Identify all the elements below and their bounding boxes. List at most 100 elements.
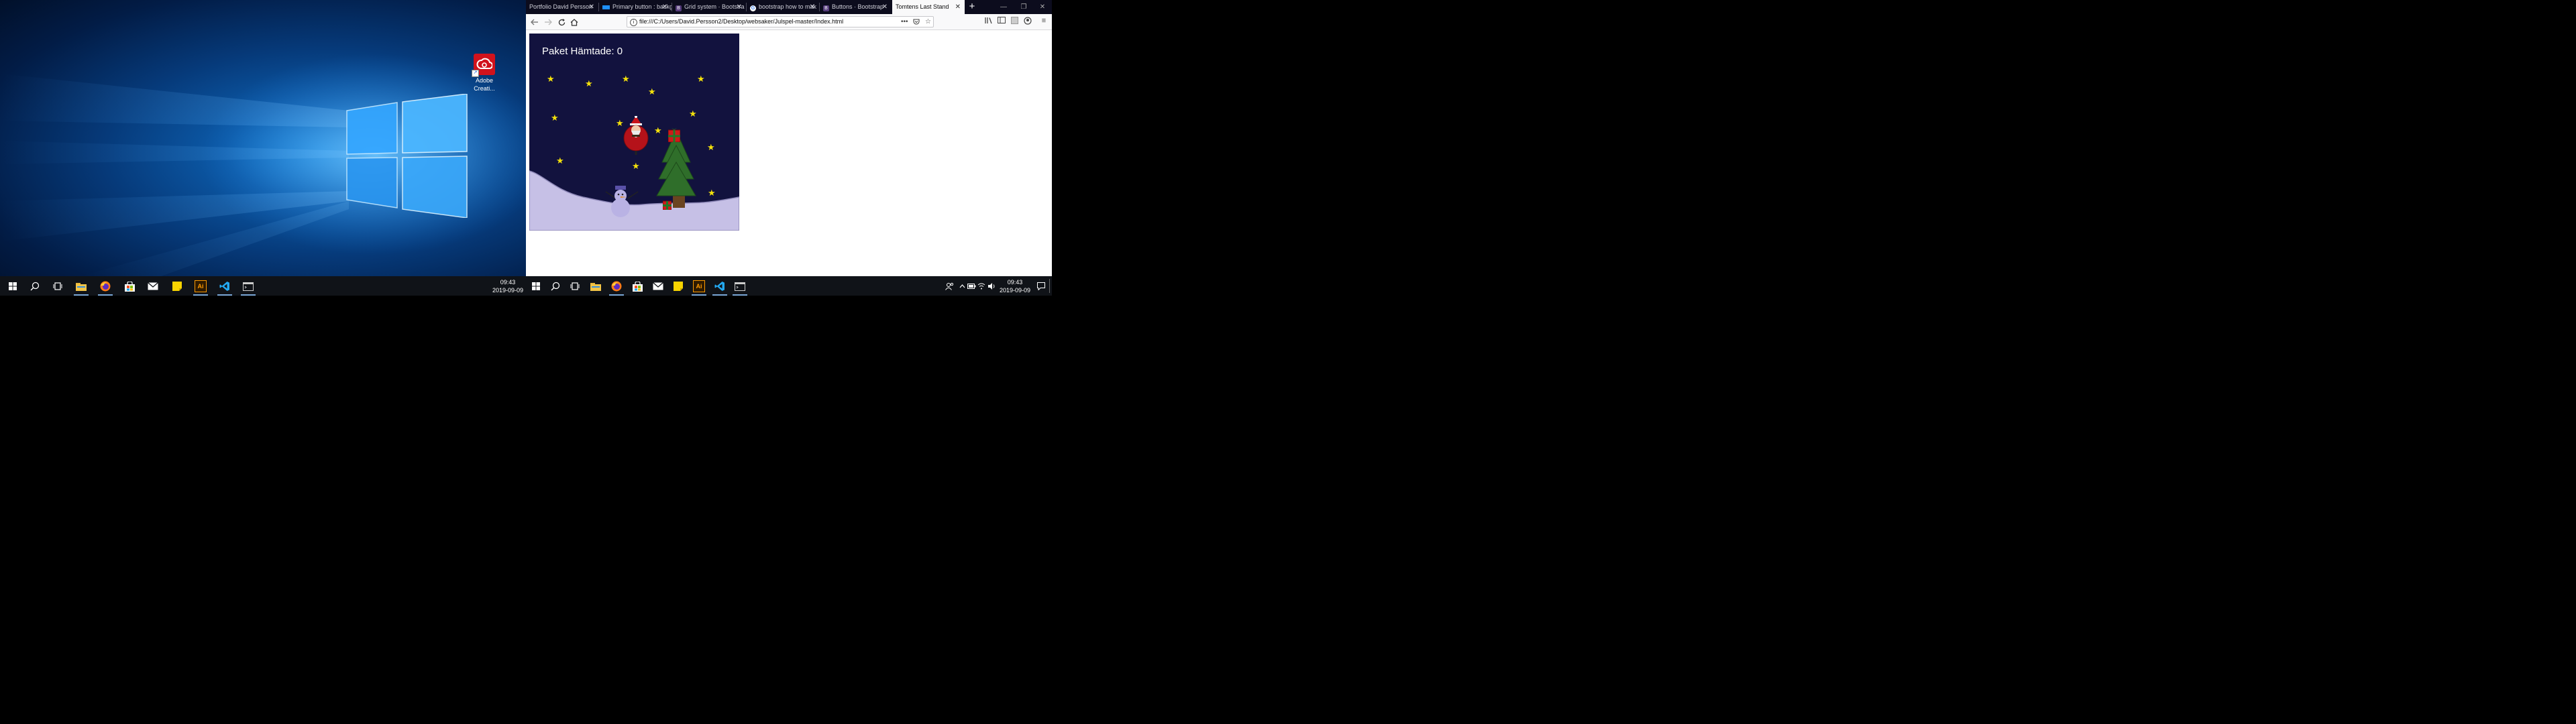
tab-close-icon[interactable]: ✕ [589,0,594,14]
tab-close-icon[interactable]: ✕ [810,0,815,14]
illustrator-label: Ai [693,280,705,292]
tab-bar: Portfolio David Persson ✕ Primary button… [526,0,1052,14]
start-icon[interactable] [5,279,20,294]
bookmark-star-icon[interactable]: ☆ [925,17,931,27]
back-button[interactable] [529,16,541,28]
illustrator-active-indicator [193,294,208,296]
window-close-button[interactable]: ✕ [1032,0,1052,14]
firefox-icon[interactable] [609,279,624,294]
google-favicon-icon: G [750,5,756,11]
taskbar-left: Ai 09:43 2019-09-09 [0,276,526,296]
clock-date: 2019-09-09 [492,287,524,294]
notification-icon[interactable] [1034,279,1049,294]
clock-right[interactable]: 09:43 2019-09-09 [998,278,1032,294]
tab-close-icon[interactable]: ✕ [737,0,742,14]
adobe-creative-cloud-icon: ↗ [472,54,495,77]
extension-icon[interactable] [1009,17,1020,26]
santa-sprite[interactable] [623,116,649,155]
wifi-icon[interactable] [977,279,986,294]
bootstrap-favicon-icon: B [823,5,829,11]
show-desktop-button[interactable] [1049,279,1050,293]
maximize-button[interactable]: ❐ [1014,0,1034,14]
tab-buttons-bootstrap[interactable]: B Buttons · Bootstrap ✕ [820,0,892,14]
sidebar-icon[interactable] [996,17,1007,25]
start-icon[interactable] [529,279,543,294]
clock-time: 09:43 [1007,279,1023,286]
firefox-active-indicator [609,294,624,296]
mail-icon[interactable] [651,279,665,294]
desktop-icon-adobe-creative-cloud[interactable]: ↗ Adobe Creati... [470,54,499,93]
terminal-icon[interactable] [241,279,256,294]
store-icon[interactable] [122,279,137,294]
search-icon[interactable] [28,279,42,294]
back-arrow-icon [531,19,538,25]
terminal-active-indicator [733,294,747,296]
tab-label: Tomtens Last Stand [896,3,949,10]
minimize-button[interactable]: — [994,0,1014,14]
firefox-active-indicator [98,294,113,296]
tab-tomtens-last-stand[interactable]: Tomtens Last Stand ✕ [892,0,965,14]
tab-google-search[interactable]: Gbootstrap how to mak ✕ [747,0,819,14]
reload-icon [558,18,565,25]
bootstrap-favicon-icon: B [676,5,682,11]
vscode-icon[interactable] [712,279,727,294]
home-button[interactable] [568,16,580,28]
mail-icon[interactable] [146,279,160,294]
url-bar[interactable]: i file:///C:/Users/David.Persson2/Deskto… [627,16,934,27]
desktop-wallpaper [0,0,526,276]
new-tab-button[interactable]: + [965,0,979,14]
chevron-up-icon[interactable] [957,279,967,294]
pocket-icon[interactable] [913,17,920,29]
clock-left[interactable]: 09:43 2019-09-09 [490,278,526,294]
account-icon[interactable] [1022,17,1033,27]
file-explorer-icon[interactable] [588,279,603,294]
url-text: file:///C:/Users/David.Persson2/Desktop/… [639,18,844,25]
vscode-icon[interactable] [217,279,232,294]
library-icon[interactable] [983,17,994,26]
terminal-active-indicator [241,294,256,296]
task-view-icon[interactable] [50,279,65,294]
sticky-notes-icon[interactable] [170,279,184,294]
illustrator-icon[interactable]: Ai [692,279,706,294]
terminal-icon[interactable] [733,279,747,294]
forward-arrow-icon [545,19,552,25]
volume-icon[interactable] [987,279,997,294]
shortcut-arrow-icon: ↗ [472,70,479,77]
windows-logo-icon [346,94,468,218]
task-view-icon[interactable] [568,279,582,294]
page-actions-icon[interactable]: ••• [901,17,908,27]
tab-label: Grid system · Bootstra [684,3,745,10]
store-icon[interactable] [630,279,645,294]
people-icon[interactable] [942,279,957,294]
tab-grid-system[interactable]: B Grid system · Bootstra ✕ [672,0,746,14]
tab-primary-button[interactable]: Primary button : backg ✕ [599,0,672,14]
tab-label: Portfolio David Persson [529,3,593,10]
tab-portfolio[interactable]: Portfolio David Persson ✕ [526,0,598,14]
snowman-sprite [605,186,639,217]
tab-close-icon[interactable]: ✕ [662,0,667,14]
reload-button[interactable] [555,16,568,28]
browser-window: Portfolio David Persson ✕ Primary button… [526,0,1052,276]
file-explorer-icon[interactable] [74,279,89,294]
hamburger-menu-icon[interactable]: ≡ [1038,17,1049,25]
clock-date: 2019-09-09 [999,287,1031,294]
home-icon [570,18,578,26]
present-icon[interactable] [668,128,680,142]
illustrator-active-indicator [692,294,706,296]
tab-close-icon[interactable]: ✕ [882,0,888,14]
tab-label: bootstrap how to mak [759,3,817,10]
present-icon[interactable] [663,200,672,210]
illustrator-label: Ai [195,280,207,292]
illustrator-icon[interactable]: Ai [193,279,208,294]
tab-close-icon[interactable]: ✕ [955,0,961,14]
navigation-toolbar: i file:///C:/Users/David.Persson2/Deskto… [526,14,1052,30]
game-canvas[interactable]: Paket Hämtade: 0 ★ ★ ★ ★ ★ ★ ★ ★ ★ ★ ★ ★… [529,34,739,231]
search-icon[interactable] [548,279,563,294]
info-icon[interactable]: i [630,19,637,26]
battery-icon[interactable] [967,279,976,294]
file-explorer-active-indicator [74,294,89,296]
forward-button[interactable] [542,16,554,28]
sticky-notes-icon[interactable] [671,279,686,294]
vscode-active-indicator [712,294,727,296]
firefox-icon[interactable] [98,279,113,294]
